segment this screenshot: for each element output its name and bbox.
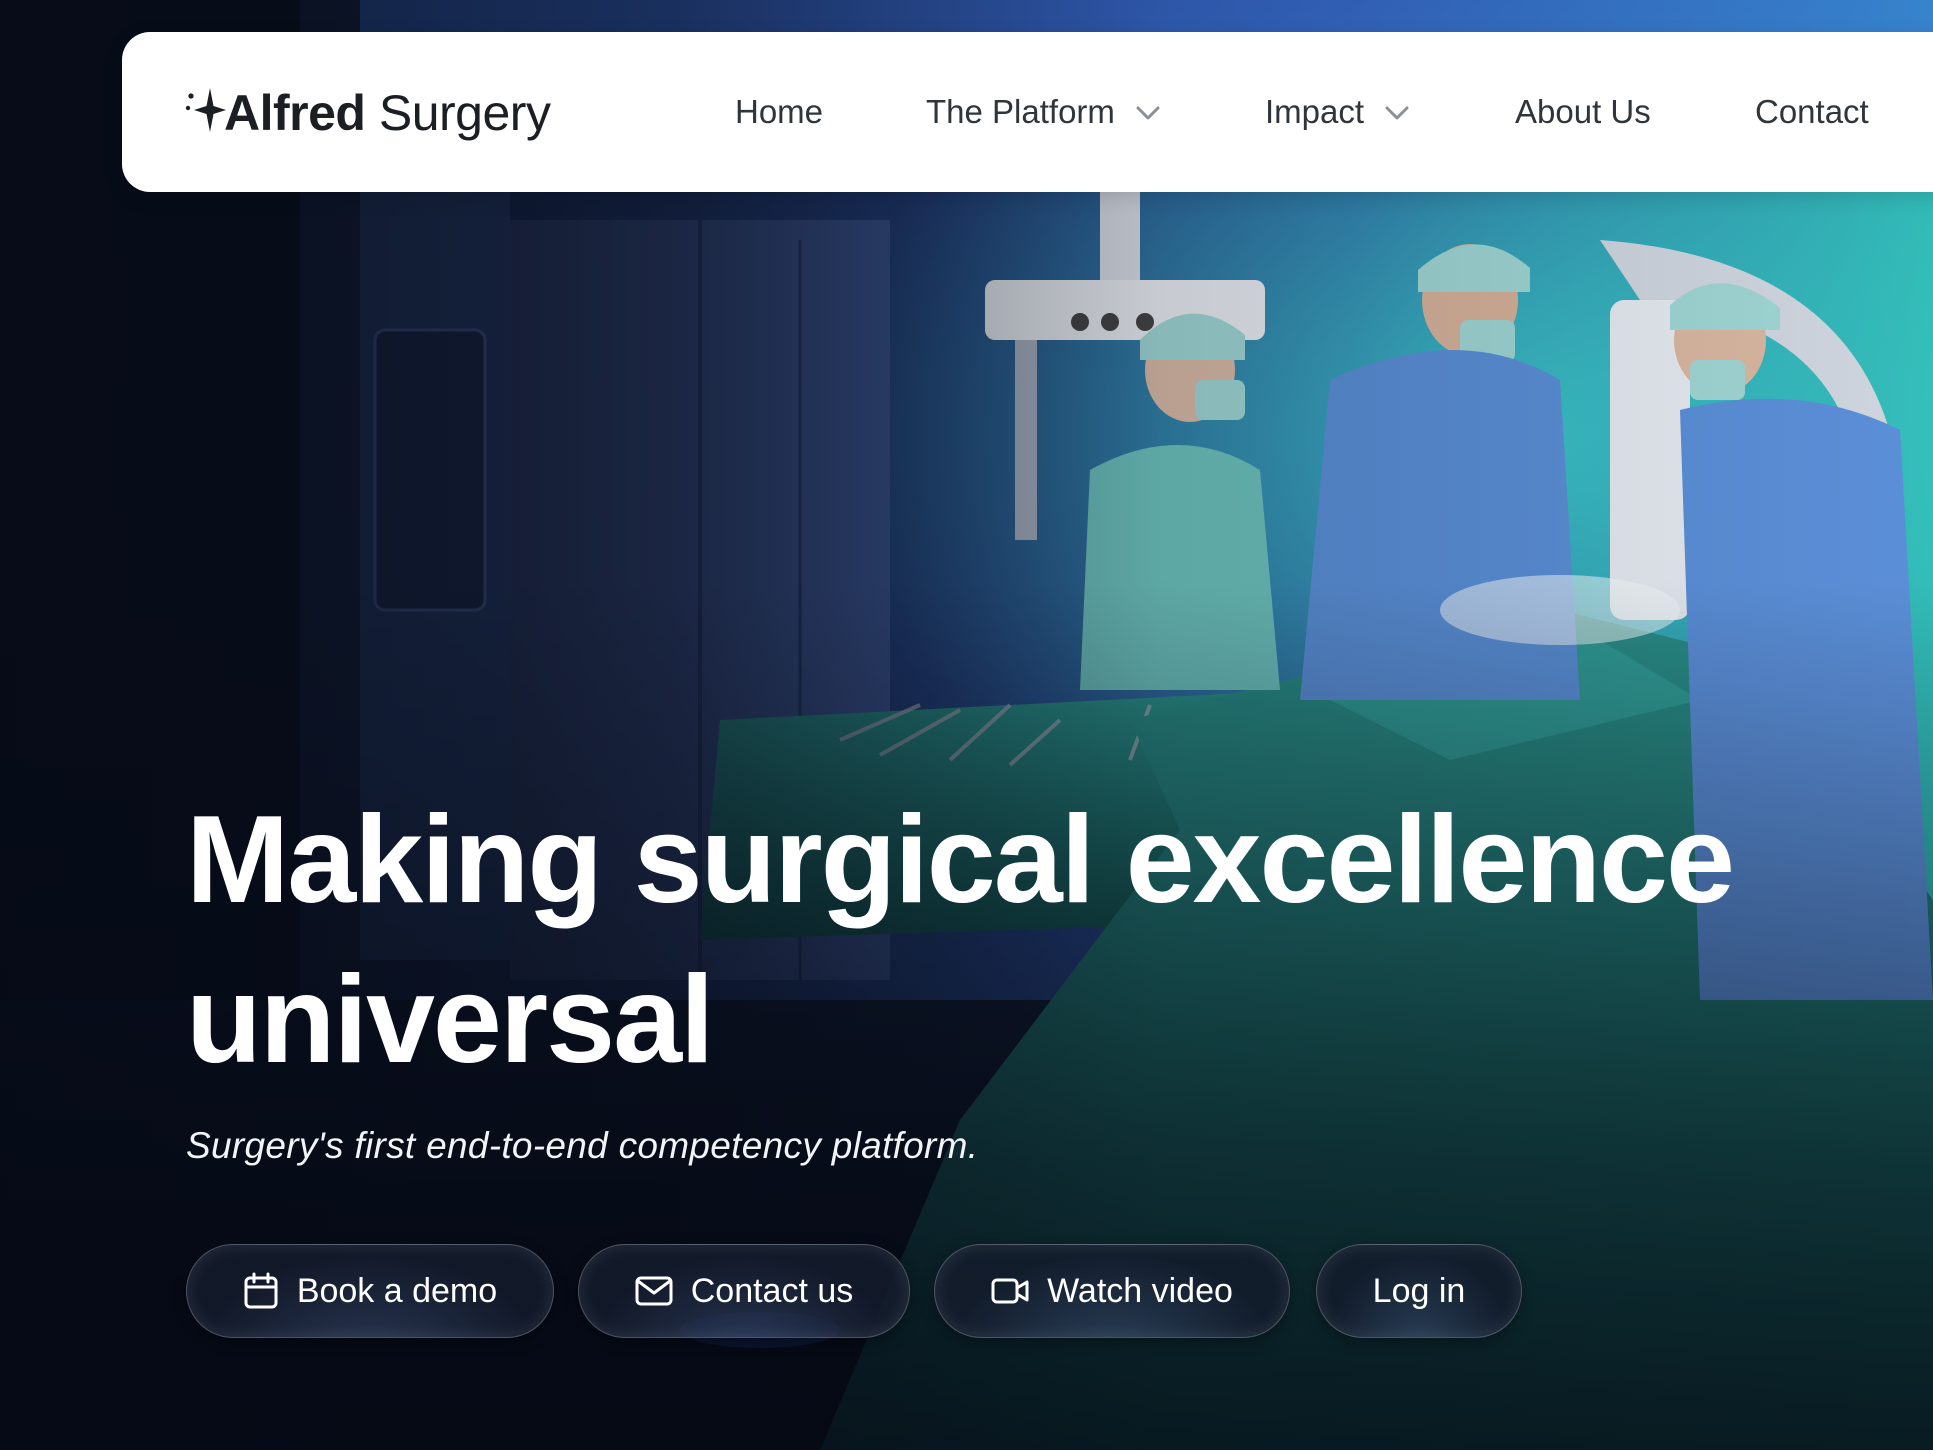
chevron-down-icon (1136, 106, 1160, 120)
nav-item-label: About Us (1515, 93, 1651, 130)
nav-menu: Home The Platform Impact About Us Contac… (122, 32, 1933, 192)
contact-us-button[interactable]: Contact us (578, 1244, 910, 1338)
mail-icon (635, 1276, 673, 1306)
hero-headline-line-1: Making surgical excellence (186, 791, 1735, 929)
nav-item-contact[interactable]: Contact (1755, 90, 1869, 134)
hero-headline: Making surgical excellence universal (186, 780, 1886, 1100)
book-demo-button[interactable]: Book a demo (186, 1244, 554, 1338)
contact-us-label: Contact us (690, 1271, 854, 1310)
top-navigation-bar: Alfred Surgery Home The Platform Impact … (122, 32, 1933, 192)
nav-item-label: The Platform (926, 93, 1115, 130)
log-in-label: Log in (1372, 1271, 1466, 1310)
watch-video-label: Watch video (1047, 1271, 1233, 1310)
nav-item-label: Contact (1755, 93, 1869, 130)
hero-section: Alfred Surgery Home The Platform Impact … (0, 0, 1933, 1450)
watch-video-button[interactable]: Watch video (934, 1244, 1290, 1338)
nav-item-label: Impact (1265, 93, 1365, 130)
nav-item-about-us[interactable]: About Us (1515, 90, 1651, 134)
nav-item-label: Home (735, 93, 824, 130)
log-in-button[interactable]: Log in (1316, 1244, 1522, 1338)
nav-item-impact[interactable]: Impact (1265, 90, 1410, 134)
nav-item-the-platform[interactable]: The Platform (926, 90, 1161, 134)
nav-item-home[interactable]: Home (735, 90, 823, 134)
video-camera-icon (991, 1278, 1029, 1304)
calendar-icon (244, 1272, 278, 1309)
chevron-down-icon (1385, 106, 1409, 120)
hero-headline-line-2: universal (186, 951, 714, 1089)
hero-dark-overlay (0, 0, 1933, 1450)
book-demo-label: Book a demo (296, 1271, 498, 1310)
hero-subheadline: Surgery's first end-to-end competency pl… (186, 1125, 979, 1166)
